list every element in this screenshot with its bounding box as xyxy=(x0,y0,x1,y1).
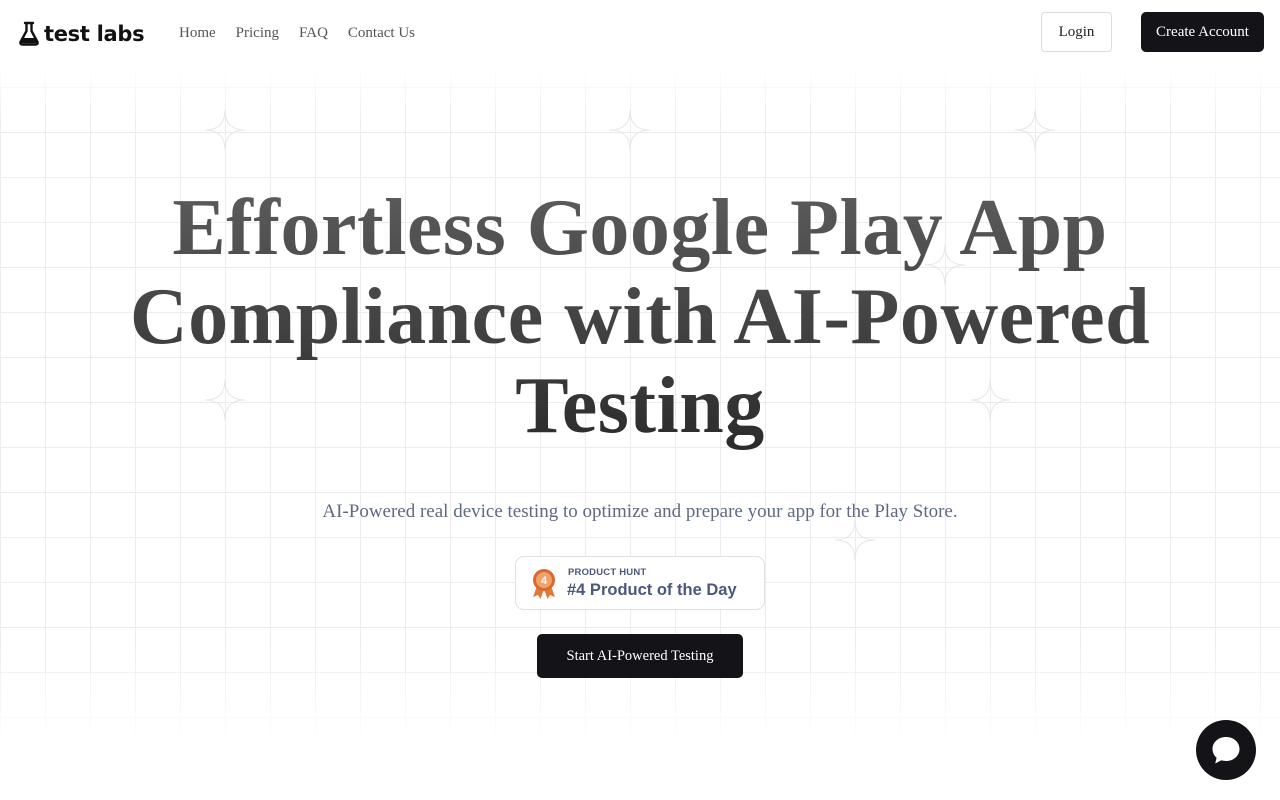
brand-logo[interactable]: test labs xyxy=(18,20,145,48)
product-hunt-badge[interactable]: 4 PRODUCT HUNT #4 Product of the Day xyxy=(515,556,765,610)
hero-title-line-3: Testing xyxy=(515,362,765,450)
product-hunt-headline: #4 Product of the Day xyxy=(567,581,737,599)
nav-contact-us[interactable]: Contact Us xyxy=(348,23,415,43)
login-button[interactable]: Login xyxy=(1041,12,1112,52)
flask-icon xyxy=(19,21,39,46)
site-header: test labs Home Pricing FAQ Contact Us Lo… xyxy=(0,0,1280,66)
chat-widget-button[interactable] xyxy=(1196,720,1256,780)
medal-number: 4 xyxy=(541,575,548,587)
medal-icon: 4 xyxy=(533,569,555,599)
hero-title-line-2: Compliance with AI-Powered xyxy=(129,273,1151,361)
main-nav: Home Pricing FAQ Contact Us xyxy=(179,23,415,43)
hero-title-line-1: Effortless Google Play App xyxy=(172,184,1108,272)
sparkle-decoration-icon xyxy=(1015,110,1055,150)
hero-subtitle: AI-Powered real device testing to optimi… xyxy=(322,501,958,522)
start-testing-button[interactable]: Start AI-Powered Testing xyxy=(537,634,743,678)
product-hunt-kicker: PRODUCT HUNT xyxy=(568,567,647,578)
sparkle-decoration-icon xyxy=(610,110,650,150)
sparkle-decoration-icon xyxy=(205,110,245,150)
chat-bubble-icon xyxy=(1212,737,1240,764)
sparkle-decoration-icon xyxy=(835,520,875,560)
nav-faq[interactable]: FAQ xyxy=(299,23,328,43)
nav-home[interactable]: Home xyxy=(179,23,216,43)
nav-pricing[interactable]: Pricing xyxy=(236,23,279,43)
create-account-button[interactable]: Create Account xyxy=(1141,12,1264,52)
hero-title: Effortless Google Play App Compliance wit… xyxy=(90,184,1190,451)
brand-name: test labs xyxy=(44,22,145,46)
